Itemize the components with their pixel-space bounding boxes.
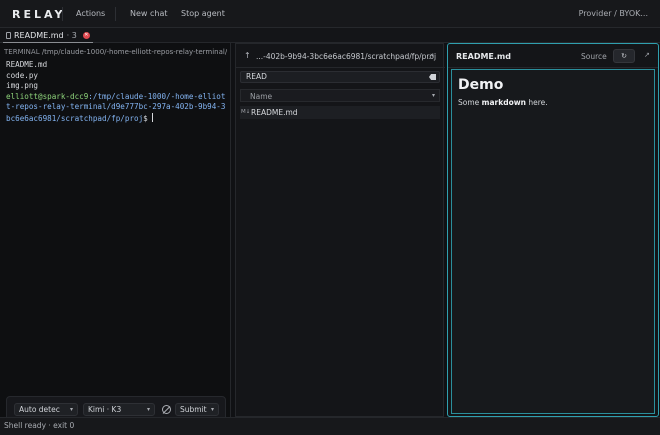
arrow-up-icon[interactable]: ↑: [244, 51, 251, 60]
terminal-prompt: elliott@spark-dcc9:/tmp/claude-1000/-hom…: [6, 92, 228, 103]
app-logo: RELAY: [12, 8, 66, 21]
chevron-down-icon: ▾: [210, 406, 214, 413]
prompt-path: bc6e6ac6981/scratchpad/fp/proj: [6, 113, 144, 123]
actions-button[interactable]: Actions: [76, 9, 105, 18]
prompt-path: :/tmp/claude-1000/-home-elliot: [88, 91, 226, 101]
provider-button[interactable]: Provider / BYOK...: [579, 9, 648, 18]
terminal-line: img.png: [6, 81, 39, 90]
model-value: Kimi · K3: [88, 405, 122, 414]
file-icon: [6, 31, 11, 39]
refresh-icon[interactable]: ↻: [613, 49, 635, 63]
open-external-icon[interactable]: ↗: [644, 51, 650, 59]
chevron-down-icon: ▾: [146, 406, 150, 413]
preview-header: README.md Source ↻ ↗: [448, 44, 658, 68]
terminal-path: /tmp/claude-1000/-home-elliott-repos-rel…: [41, 48, 227, 56]
prompt-user: elliott@spark-dcc9: [6, 91, 89, 101]
submit-button[interactable]: Submit ▾: [175, 403, 219, 416]
file-browser: ↑ ...-402b-9b94-3bc6e6ac6981/scratchpad/…: [235, 43, 445, 417]
divider: [62, 7, 63, 21]
new-chat-button[interactable]: New chat: [130, 9, 168, 18]
chevron-down-icon: ▾: [431, 92, 435, 99]
prompt-path: t-repos-relay-terminal/d9e777bc-297a-402…: [6, 102, 226, 111]
terminal-output[interactable]: README.md code.py img.png elliott@spark-…: [6, 60, 228, 124]
stop-agent-button[interactable]: Stop agent: [181, 9, 225, 18]
text-cursor: [152, 112, 154, 122]
model-select[interactable]: Kimi · K3 ▾: [83, 403, 155, 416]
terminal-prompt: bc6e6ac6981/scratchpad/fp/proj$: [6, 112, 228, 125]
mode-select[interactable]: Auto detec ▾: [14, 403, 78, 416]
preview-title: README.md: [456, 52, 511, 61]
status-bar: Shell ready · exit 0: [0, 417, 660, 435]
terminal-pane[interactable]: TERMINAL /tmp/claude-1000/-home-elliott-…: [0, 43, 231, 435]
column-label: Name: [250, 92, 273, 101]
preview-heading: Demo: [458, 77, 504, 93]
tab-label: README.md: [14, 30, 64, 40]
divider: [115, 7, 116, 21]
terminal-label: TERMINAL: [4, 48, 40, 56]
breadcrumb: ↑ ...-402b-9b94-3bc6e6ac6981/scratchpad/…: [236, 44, 445, 68]
tab-bar: README.md · 3 ✕: [0, 28, 660, 43]
status-text: Shell ready · exit 0: [4, 421, 75, 430]
terminal-line: code.py: [6, 70, 39, 80]
preview-pane: README.md Source ↻ ↗ Demo Some markdown …: [447, 43, 659, 417]
tab-readme[interactable]: README.md · 3 ✕: [3, 28, 93, 43]
show-hidden-button[interactable]: .*: [428, 52, 434, 61]
source-button[interactable]: Source: [581, 52, 607, 61]
file-name: README.md: [251, 108, 298, 117]
prompt-suffix: $: [143, 113, 153, 123]
chevron-down-icon: ▾: [69, 406, 73, 413]
text-run: here.: [526, 98, 548, 107]
terminal-line: README.md: [6, 60, 48, 69]
backspace-icon[interactable]: [429, 74, 436, 80]
terminal-header: TERMINAL /tmp/claude-1000/-home-elliott-…: [4, 48, 227, 56]
mode-value: Auto detec: [19, 405, 60, 414]
filter-input[interactable]: READ: [240, 71, 440, 83]
preview-content: Demo Some markdown here.: [451, 69, 655, 414]
text-run: Some: [458, 98, 482, 107]
filter-value: READ: [246, 72, 267, 81]
column-header-name[interactable]: Name ▾: [240, 89, 440, 102]
top-bar: RELAY Actions New chat Stop agent Provid…: [0, 0, 660, 28]
tab-count: · 3: [66, 30, 77, 40]
preview-paragraph: Some markdown here.: [458, 98, 548, 107]
submit-label: Submit: [180, 405, 207, 414]
markdown-icon: M↓: [241, 109, 251, 115]
stop-icon[interactable]: [162, 405, 171, 414]
bold-text: markdown: [481, 98, 527, 107]
breadcrumb-path: ...-402b-9b94-3bc6e6ac6981/scratchpad/fp…: [256, 52, 437, 61]
list-item[interactable]: M↓ README.md: [240, 106, 440, 119]
close-icon[interactable]: ✕: [82, 31, 90, 39]
